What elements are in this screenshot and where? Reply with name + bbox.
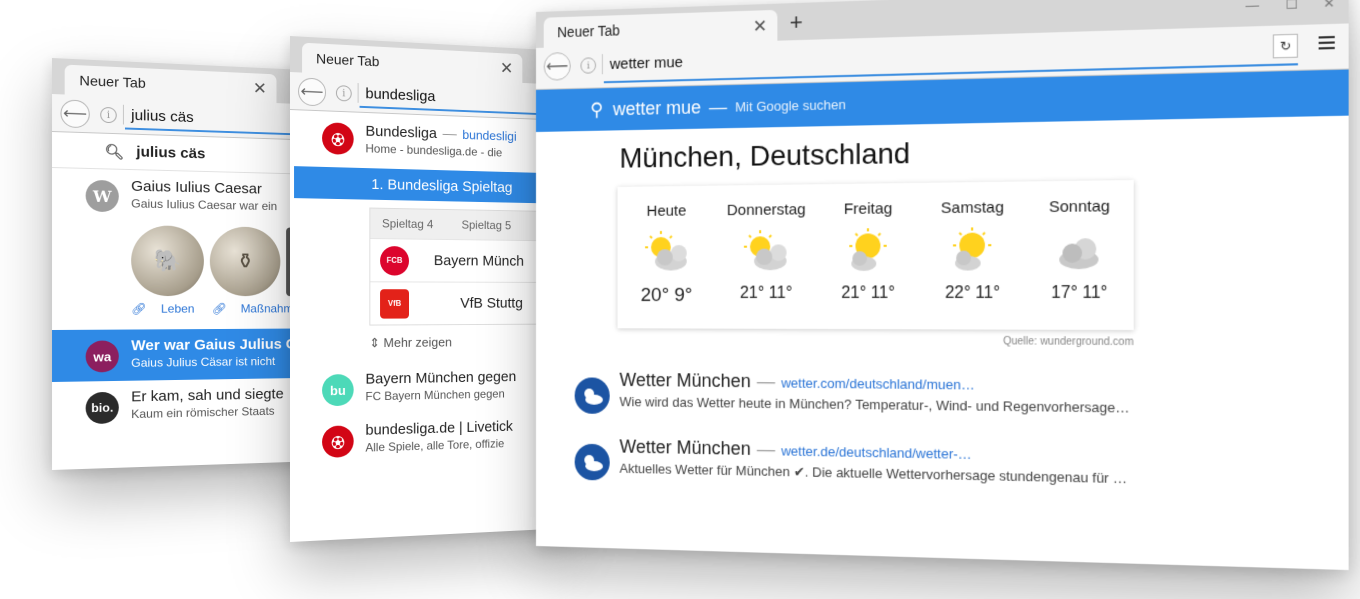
search-icon: ⚲ [590, 98, 604, 120]
back-arrow-icon[interactable]: ⟵ [298, 77, 327, 107]
link-icon: 🔗︎ [211, 301, 227, 316]
wa-icon: wa [85, 340, 119, 373]
tab-title: Neuer Tab [557, 22, 620, 41]
temperatures: 21° 11° [739, 284, 793, 303]
url-input[interactable]: wetter mue [610, 54, 683, 73]
browser-window-bundesliga: Neuer Tab ✕ ⟵ i bundesliga ⚽︎ Bundesliga… [290, 36, 566, 542]
forecast-day: Donnerstag 21° 11° [716, 184, 817, 329]
tab-title: Neuer Tab [316, 50, 380, 70]
divider [122, 104, 124, 125]
vfb-crest-icon: VfB [380, 288, 410, 319]
weather-source: Quelle: wunderground.com [1003, 335, 1134, 349]
forecast-day: Sonntag 17° 11° [1025, 180, 1133, 330]
bundesliga-logo-icon: ⚽︎ [322, 122, 354, 155]
result-title: Wetter München [619, 436, 751, 460]
day-name: Heute [646, 202, 687, 220]
maximize-icon[interactable]: ☐ [1286, 0, 1298, 12]
result-row[interactable]: ⚽︎ Bundesliga — bundesligi Home - bundesli… [290, 110, 566, 170]
divider [357, 83, 359, 103]
weather-icon [574, 377, 610, 415]
result-title: Wetter München [619, 369, 751, 392]
bio-icon: bio. [85, 391, 119, 425]
search-query: wetter mue [612, 96, 701, 119]
info-icon[interactable]: i [100, 106, 117, 124]
forecast-day: Freitag 21° 11° [817, 183, 920, 329]
wikipedia-icon: W [85, 179, 119, 213]
result-url[interactable]: wetter.com/deutschland/muen… [781, 375, 975, 392]
forecast-day: Samstag 22° 11° [920, 181, 1026, 329]
stage: Neuer Tab ✕ ⟵ i julius cäs 🔍︎ julius cäs… [0, 0, 1360, 599]
partly-cloudy-icon [920, 223, 1026, 278]
temperatures: 21° 11° [841, 284, 895, 303]
partly-cloudy-icon [716, 225, 817, 279]
forecast-day: Heute 20° 9° [618, 186, 716, 329]
partly-cloudy-icon [618, 225, 716, 278]
result-url[interactable]: bundesligi [462, 127, 516, 143]
bundesliga-logo-icon: ⚽︎ [322, 425, 354, 458]
sitelink-leben[interactable]: Leben [161, 302, 195, 316]
cloudy-icon [1025, 222, 1133, 278]
divider [601, 54, 603, 75]
day-name: Donnerstag [726, 200, 806, 220]
close-icon[interactable]: ✕ [500, 59, 513, 79]
minimize-icon[interactable]: — [1246, 0, 1260, 14]
day-name: Freitag [843, 199, 893, 219]
day-name: Samstag [940, 198, 1004, 218]
url-input[interactable]: bundesliga [365, 85, 435, 105]
back-arrow-icon[interactable]: ⟵ [60, 99, 90, 129]
temperatures: 20° 9° [640, 284, 693, 307]
suggestion-text: julius cäs [136, 143, 206, 163]
team-name: Bayern Münch [433, 252, 524, 270]
partly-cloudy-icon [817, 224, 920, 279]
bayern-crest-icon: FCB [380, 245, 410, 276]
back-arrow-icon[interactable]: ⟵ [543, 51, 571, 81]
weather-icon [574, 443, 610, 481]
browser-window-wetter: Neuer Tab ✕ + — ☐ ✕ ⟵ i wetter mue ↻ ⚲ w… [536, 0, 1349, 571]
info-icon[interactable]: i [580, 57, 597, 74]
menu-icon[interactable] [1318, 35, 1335, 53]
show-more-label: Mehr zeigen [383, 334, 452, 351]
result-row[interactable]: bu Bayern München gegen FC Bayern Münche… [290, 360, 566, 416]
result-row[interactable]: Wetter München — wetter.de/deutschland/wet… [536, 421, 1349, 505]
expand-icon: ⇕ [369, 335, 384, 351]
team-name: VfB Stuttg [460, 295, 523, 312]
link-icon: 🔗︎ [131, 301, 147, 316]
close-icon[interactable]: ✕ [253, 79, 267, 99]
weather-location: München, Deutschland [619, 137, 911, 174]
result-title: Bundesliga [365, 122, 437, 142]
search-dash: — [708, 95, 728, 117]
coin-image[interactable]: 🐘 [131, 225, 204, 297]
tab-spieltag-5[interactable]: Spieltag 5 [462, 218, 512, 232]
close-icon[interactable]: ✕ [753, 16, 767, 37]
reload-icon[interactable]: ↻ [1272, 33, 1298, 59]
tab-spieltag-4[interactable]: Spieltag 4 [382, 217, 433, 231]
coin-image[interactable]: ⚱ [209, 226, 281, 297]
day-name: Sonntag [1048, 197, 1110, 217]
temperatures: 17° 11° [1051, 284, 1108, 303]
result-url[interactable]: wetter.de/deutschland/wetter-… [781, 443, 971, 462]
temperatures: 22° 11° [944, 284, 1000, 303]
sub-result-selected[interactable]: 1. Bundesliga Spieltag [294, 166, 566, 204]
result-row[interactable]: Wetter München — wetter.com/deutschland/mu… [536, 355, 1349, 433]
search-icon: 🔍︎ [104, 143, 125, 161]
url-input[interactable]: julius cäs [131, 107, 193, 126]
weather-card[interactable]: Heute 20° 9° Donnerstag 21° 11° Freitag … [617, 179, 1134, 331]
result-row[interactable]: ⚽︎ bundesliga.de | Livetick Alle Spiele,… [290, 409, 566, 468]
info-icon[interactable]: i [335, 85, 352, 102]
search-engine-label: Mit Google suchen [735, 96, 846, 115]
new-tab-icon[interactable]: + [790, 9, 803, 36]
window-close-icon[interactable]: ✕ [1323, 0, 1335, 11]
bu-icon: bu [322, 374, 354, 407]
tab-title: Neuer Tab [79, 72, 146, 91]
